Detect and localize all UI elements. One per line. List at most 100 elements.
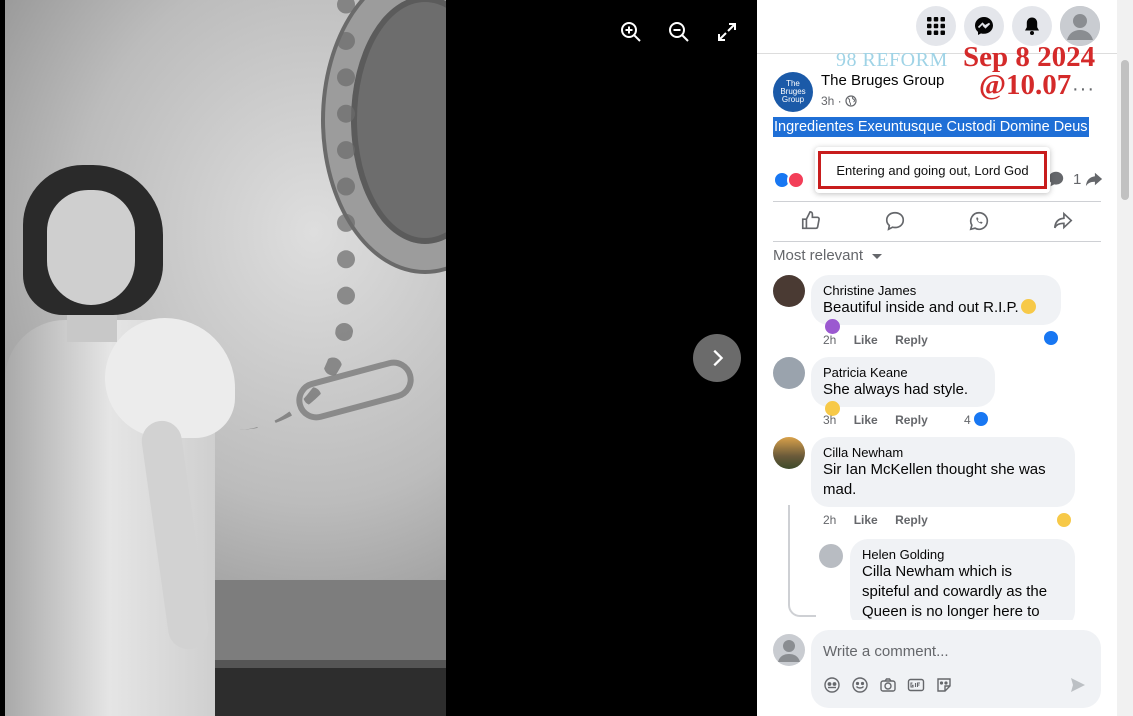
globe-icon <box>845 95 857 107</box>
photo-viewer <box>0 0 757 716</box>
post-time[interactable]: 3h · <box>821 94 842 108</box>
sad-face-emoji-icon <box>1020 299 1036 314</box>
page-avatar[interactable]: The Bruges Group <box>773 72 813 112</box>
comment-author[interactable]: Cilla Newham <box>823 445 1063 460</box>
smiley-icon <box>852 677 868 693</box>
love-reaction-icon <box>787 171 805 189</box>
share-count-icon <box>1085 172 1103 187</box>
comment-like-link[interactable]: Like <box>854 413 878 427</box>
sticker-button[interactable] <box>935 676 953 694</box>
zoom-out-button[interactable] <box>665 18 693 46</box>
comment-composer <box>773 630 1103 710</box>
comment-text-line-2: mad. <box>823 481 857 498</box>
whatsapp-button[interactable] <box>968 210 994 234</box>
comment-text-line-1: Sir Ian McKellen thought she was <box>823 461 1046 478</box>
translation-text: Entering and going out, Lord God <box>818 151 1047 189</box>
send-button[interactable] <box>1069 676 1087 694</box>
comment-author[interactable]: Christine James <box>823 283 1049 298</box>
profile-button[interactable] <box>1060 6 1100 46</box>
camera-icon <box>880 678 896 692</box>
comment-reply-link[interactable]: Reply <box>895 333 928 347</box>
messenger-icon <box>975 17 993 35</box>
comment-reply-link[interactable]: Reply <box>895 413 928 427</box>
gif-button[interactable] <box>907 676 925 694</box>
mention-link[interactable]: Cilla Newham <box>862 563 955 580</box>
comment-like-link[interactable]: Like <box>854 513 878 527</box>
comment-bubble: Christine James Beautiful inside and out… <box>811 275 1061 334</box>
post-options-button[interactable]: ··· <box>1072 78 1095 101</box>
like-button[interactable] <box>800 210 826 234</box>
comment-bubble: Helen Golding Cilla Newham which is spit… <box>850 539 1075 629</box>
page-name[interactable]: The Bruges Group <box>821 72 944 89</box>
comment-like-link[interactable]: Like <box>854 333 878 347</box>
avatar[interactable] <box>773 357 805 389</box>
share-count: 1 <box>1073 171 1082 188</box>
notifications-button[interactable] <box>1012 6 1052 46</box>
comment-text-line-2: spiteful and cowardly as the <box>862 583 1048 600</box>
comment-actions: 2h Like Reply <box>823 333 942 347</box>
expand-icon <box>718 23 736 41</box>
avatar[interactable] <box>773 275 805 307</box>
comment-text-line-3: Queen is no longer here to <box>862 603 1040 620</box>
emoji-button[interactable] <box>851 676 869 694</box>
share-icon <box>1053 211 1073 230</box>
avatar-sticker-icon <box>824 677 840 693</box>
comment-sort-dropdown[interactable]: Most relevant <box>773 247 883 264</box>
messenger-button[interactable] <box>964 6 1004 46</box>
whatsapp-icon <box>969 211 989 231</box>
default-avatar-icon <box>778 640 800 662</box>
comment-text-body: which is <box>954 563 1013 580</box>
haha-reaction-icon[interactable] <box>1055 511 1073 529</box>
sticker-icon <box>937 678 951 692</box>
comment-box <box>811 630 1101 708</box>
comment-author[interactable]: Patricia Keane <box>823 365 983 380</box>
zoom-in-button[interactable] <box>617 18 645 46</box>
post-action-bar <box>773 201 1101 242</box>
comment-bubble: Cilla Newham Sir Ian McKellen thought sh… <box>811 437 1075 507</box>
comment-text-body: She always had style. <box>823 381 969 398</box>
comment-actions: 2h Like Reply <box>823 513 942 527</box>
comment-author[interactable]: Helen Golding <box>862 547 1063 562</box>
menu-button[interactable] <box>916 6 956 46</box>
share-button[interactable] <box>1052 210 1078 234</box>
comment-reply-link[interactable]: Reply <box>895 513 928 527</box>
photo-button[interactable] <box>879 676 897 694</box>
gif-icon <box>907 678 925 692</box>
purple-heart-emoji-icon <box>825 319 840 334</box>
profile-avatar-icon <box>1060 6 1100 46</box>
comment-like-reaction-icon[interactable] <box>1042 329 1060 347</box>
comment-input[interactable] <box>823 640 1083 662</box>
scrollbar-thumb[interactable] <box>1121 60 1129 200</box>
caret-down-icon <box>872 254 883 259</box>
comment-time[interactable]: 2h <box>823 513 836 527</box>
avatar[interactable] <box>819 544 843 568</box>
send-icon <box>1071 678 1085 692</box>
zoom-in-icon <box>621 22 641 42</box>
reform-stamp: 98 REFORM <box>836 49 948 71</box>
post-meta: 3h · <box>821 94 857 108</box>
photo-face <box>47 190 135 305</box>
comment-text: Beautiful inside and out R.I.P. <box>823 298 1049 338</box>
scrollbar[interactable] <box>1117 0 1133 716</box>
comment-actions: 3h Like Reply <box>823 413 942 427</box>
post-photo[interactable] <box>5 0 446 716</box>
comment-time[interactable]: 2h <box>823 333 836 347</box>
avatar[interactable] <box>773 634 805 666</box>
chevron-right-icon <box>713 349 724 367</box>
page-avatar-text: The Bruges Group <box>780 79 806 104</box>
next-photo-button[interactable] <box>693 334 741 382</box>
thumbs-up-icon <box>801 211 820 230</box>
fullscreen-button[interactable] <box>713 18 741 46</box>
avatar-sticker-button[interactable] <box>823 676 841 694</box>
comment-reaction-count[interactable]: 4 <box>964 413 971 427</box>
avatar[interactable] <box>773 437 805 469</box>
post-panel: 98 REFORM Sep 8 2024 @10.07 The Bruges G… <box>757 0 1133 716</box>
comment-text-line-1: Cilla Newham which is <box>862 562 1063 582</box>
comment-text-body: Beautiful inside and out R.I.P. <box>823 299 1019 316</box>
comment-like-reaction-icon <box>972 410 990 428</box>
comment-time[interactable]: 3h <box>823 413 836 427</box>
comment-button[interactable] <box>884 210 910 234</box>
comment-icon <box>885 211 905 231</box>
time-stamp: @10.07 <box>979 69 1072 101</box>
translation-tooltip: Entering and going out, Lord God <box>815 147 1050 193</box>
